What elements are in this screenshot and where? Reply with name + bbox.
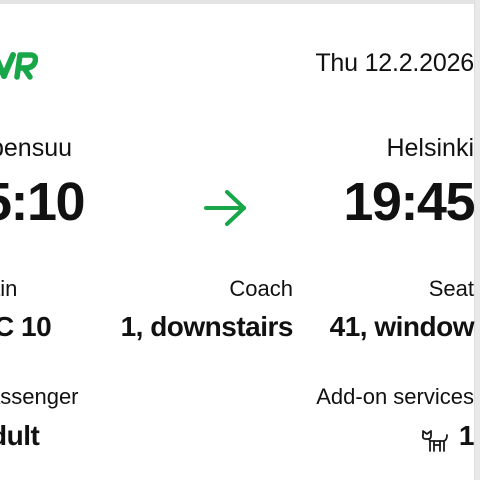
- arrow-right-icon: [204, 190, 246, 226]
- train-label: ain: [0, 276, 18, 301]
- seat-value: 41, window: [329, 311, 475, 342]
- passenger-label: assenger: [0, 384, 79, 409]
- passenger-value: dult: [0, 420, 40, 451]
- card-right-edge: [474, 0, 480, 480]
- departure-time: 5:10: [0, 172, 86, 232]
- coach-value: 1, downstairs: [120, 311, 294, 342]
- coach-label: Coach: [229, 276, 293, 301]
- vr-logo: [0, 52, 38, 80]
- travel-date: Thu 12.2.2026: [315, 49, 474, 77]
- card-top-border: [0, 0, 474, 4]
- arrival-time: 19:45: [343, 172, 475, 232]
- arrival-station: Helsinki: [386, 134, 474, 162]
- train-value: C 10: [0, 311, 52, 342]
- dog-icon: [421, 430, 448, 452]
- addon-services-count: 1: [458, 420, 475, 451]
- ticket-card: Thu 12.2.2026 bensuu Helsinki 5:10 19:45…: [0, 0, 480, 480]
- addon-services-label: Add-on services: [316, 384, 474, 409]
- departure-station: bensuu: [0, 134, 73, 162]
- seat-label: Seat: [428, 276, 474, 301]
